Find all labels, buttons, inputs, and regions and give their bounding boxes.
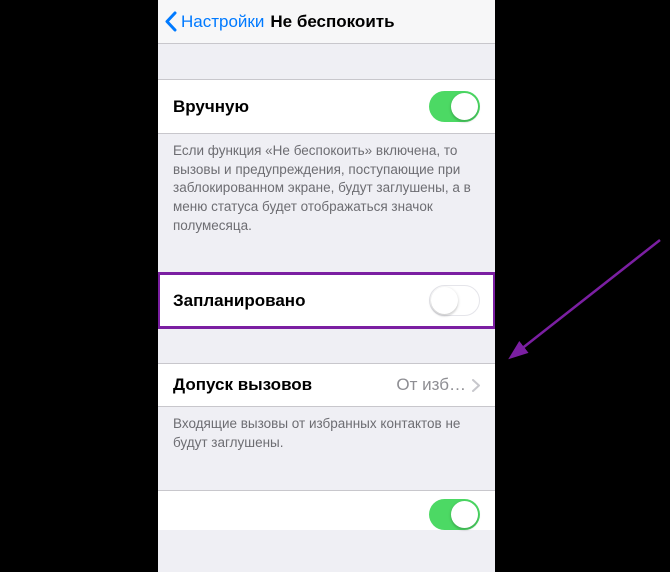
manual-footer: Если функция «Не беспокоить» включена, т…: [158, 134, 495, 243]
allow-calls-footer: Входящие вызовы от избранных контактов н…: [158, 407, 495, 460]
manual-row[interactable]: Вручную: [158, 79, 495, 134]
scheduled-switch[interactable]: [429, 285, 480, 316]
scheduled-label: Запланировано: [173, 291, 305, 311]
switch-knob: [451, 501, 478, 528]
allow-calls-row[interactable]: Допуск вызовов От изб…: [158, 363, 495, 407]
allow-calls-label: Допуск вызовов: [173, 375, 312, 395]
allow-calls-value: От изб…: [396, 375, 466, 395]
navbar: Настройки Не беспокоить: [158, 0, 495, 44]
settings-screen: Настройки Не беспокоить Вручную Если фун…: [158, 0, 495, 572]
switch-knob: [451, 93, 478, 120]
content: Вручную Если функция «Не беспокоить» вкл…: [158, 44, 495, 572]
page-title: Не беспокоить: [270, 12, 394, 32]
annotation-arrow: [510, 230, 670, 375]
back-button[interactable]: Настройки: [164, 11, 264, 32]
scheduled-row[interactable]: Запланировано: [158, 273, 495, 328]
manual-label: Вручную: [173, 97, 249, 117]
next-row-switch[interactable]: [429, 499, 480, 530]
back-label: Настройки: [181, 12, 264, 32]
switch-knob: [431, 287, 458, 314]
chevron-left-icon: [164, 11, 177, 32]
manual-switch[interactable]: [429, 91, 480, 122]
next-row-peek[interactable]: [158, 490, 495, 530]
chevron-right-icon: [472, 379, 480, 392]
